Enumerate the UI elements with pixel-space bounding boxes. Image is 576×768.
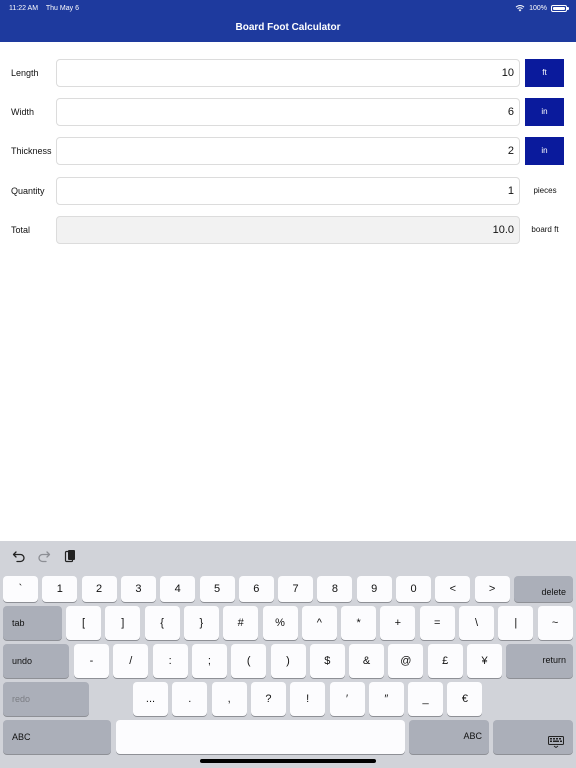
char-key[interactable]: ″ bbox=[368, 682, 404, 716]
char-key[interactable]: = bbox=[419, 606, 455, 640]
char-key[interactable]: ~ bbox=[537, 606, 573, 640]
delete-key[interactable]: delete bbox=[514, 576, 573, 602]
thickness-label: Thickness bbox=[11, 146, 52, 156]
char-key[interactable]: 1 bbox=[42, 576, 78, 602]
char-key[interactable]: } bbox=[183, 606, 219, 640]
quantity-input[interactable]: 1 bbox=[56, 177, 520, 205]
paste-icon[interactable] bbox=[63, 549, 77, 563]
thickness-unit-button[interactable]: in bbox=[525, 137, 564, 165]
keyboard: ` 1 2 3 4 5 6 7 8 9 0 < > delete tab []{} #% ^ * + = \ | ~ u… bbox=[0, 541, 576, 768]
length-unit-button[interactable]: ft bbox=[525, 59, 564, 87]
width-label: Width bbox=[11, 107, 35, 117]
thickness-input[interactable]: 2 bbox=[56, 137, 520, 165]
keyboard-dismiss-key[interactable] bbox=[493, 720, 573, 754]
char-key[interactable]: € bbox=[447, 682, 483, 716]
total-unit: board ft bbox=[531, 225, 559, 234]
char-key[interactable]: ′ bbox=[329, 682, 365, 716]
total-label: Total bbox=[11, 225, 31, 235]
redo-icon[interactable] bbox=[37, 549, 51, 563]
width-row: Width 6 in bbox=[0, 98, 576, 126]
char-key[interactable]: @ bbox=[388, 644, 424, 678]
char-key[interactable]: 9 bbox=[356, 576, 392, 602]
char-key[interactable]: $ bbox=[309, 644, 345, 678]
char-key[interactable]: ! bbox=[290, 682, 326, 716]
status-date: Thu May 6 bbox=[45, 4, 79, 12]
space-key[interactable] bbox=[116, 720, 405, 754]
width-input[interactable]: 6 bbox=[56, 98, 520, 126]
home-indicator bbox=[200, 759, 376, 763]
char-key[interactable]: * bbox=[341, 606, 377, 640]
page-title: Board Foot Calculator bbox=[235, 22, 341, 33]
char-key[interactable]: ^ bbox=[301, 606, 337, 640]
char-key[interactable]: / bbox=[113, 644, 149, 678]
char-key[interactable]: ; bbox=[191, 644, 227, 678]
abc-key-left[interactable]: ABC bbox=[3, 720, 111, 754]
char-key[interactable]: 3 bbox=[120, 576, 156, 602]
tab-key[interactable]: tab bbox=[3, 606, 62, 640]
undo-key[interactable]: undo bbox=[3, 644, 69, 678]
char-key[interactable]: ` bbox=[3, 576, 38, 602]
char-key[interactable]: 2 bbox=[81, 576, 117, 602]
total-row: Total 10.0 board ft bbox=[0, 216, 576, 244]
length-label: Length bbox=[11, 68, 39, 78]
battery-icon bbox=[551, 4, 569, 12]
char-key[interactable]: ? bbox=[250, 682, 286, 716]
char-key[interactable]: 5 bbox=[199, 576, 235, 602]
char-key[interactable]: . bbox=[172, 682, 208, 716]
char-key[interactable]: > bbox=[474, 576, 510, 602]
keyboard-toolbar bbox=[0, 541, 576, 572]
char-key[interactable]: _ bbox=[408, 682, 444, 716]
char-key[interactable]: 7 bbox=[278, 576, 314, 602]
redo-key[interactable]: redo bbox=[3, 682, 89, 716]
char-key[interactable]: [ bbox=[66, 606, 101, 640]
char-key[interactable]: % bbox=[262, 606, 298, 640]
char-key[interactable]: \ bbox=[459, 606, 494, 640]
char-key[interactable]: ¥ bbox=[467, 644, 502, 678]
battery-percent: 100% bbox=[529, 4, 547, 12]
char-key[interactable]: | bbox=[498, 606, 534, 640]
abc-key-right[interactable]: ABC bbox=[409, 720, 489, 754]
length-input[interactable]: 10 bbox=[56, 59, 520, 87]
length-row: Length 10 ft bbox=[0, 59, 576, 87]
char-key[interactable]: 8 bbox=[317, 576, 353, 602]
app-header: 11:22 AM Thu May 6 100% Board Foot Calcu… bbox=[0, 0, 576, 42]
char-key[interactable]: < bbox=[435, 576, 471, 602]
char-key[interactable]: , bbox=[211, 682, 247, 716]
char-key[interactable]: # bbox=[223, 606, 259, 640]
char-key[interactable]: { bbox=[144, 606, 180, 640]
char-key[interactable]: ... bbox=[133, 682, 168, 716]
undo-icon[interactable] bbox=[12, 549, 26, 563]
quantity-row: Quantity 1 pieces bbox=[0, 177, 576, 205]
thickness-row: Thickness 2 in bbox=[0, 137, 576, 165]
wifi-icon bbox=[515, 5, 525, 12]
width-unit-button[interactable]: in bbox=[525, 98, 564, 126]
char-key[interactable]: ] bbox=[105, 606, 141, 640]
char-key[interactable]: 6 bbox=[238, 576, 274, 602]
char-key[interactable]: 0 bbox=[396, 576, 431, 602]
total-output: 10.0 bbox=[56, 216, 520, 244]
char-key[interactable]: 4 bbox=[160, 576, 196, 602]
char-key[interactable]: - bbox=[74, 644, 109, 678]
quantity-label: Quantity bbox=[11, 186, 45, 196]
quantity-unit: pieces bbox=[533, 186, 557, 195]
status-bar: 11:22 AM Thu May 6 100% bbox=[9, 3, 569, 13]
char-key[interactable]: ( bbox=[231, 644, 267, 678]
char-key[interactable]: ) bbox=[270, 644, 306, 678]
keyboard-dismiss-icon bbox=[548, 736, 564, 748]
char-key[interactable]: & bbox=[349, 644, 385, 678]
char-key[interactable]: + bbox=[380, 606, 416, 640]
return-key[interactable]: return bbox=[506, 644, 573, 678]
char-key[interactable]: £ bbox=[427, 644, 463, 678]
char-key[interactable]: : bbox=[152, 644, 188, 678]
status-time: 11:22 AM bbox=[9, 4, 39, 12]
